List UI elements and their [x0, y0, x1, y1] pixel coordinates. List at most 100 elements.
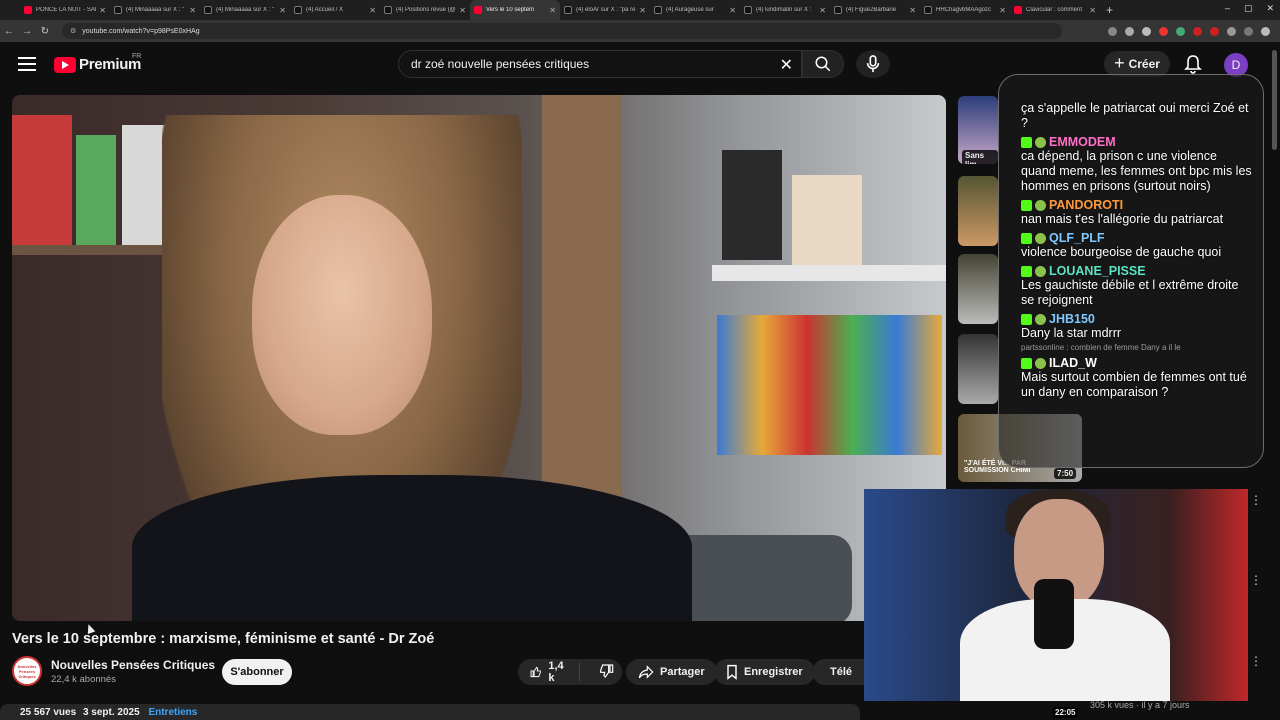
profile-icon[interactable]: [1244, 26, 1253, 36]
close-tab-icon[interactable]: ✕: [279, 6, 286, 15]
emote-badge-icon: [1035, 136, 1046, 148]
browser-tab[interactable]: (4) Minaaaaa sur X : " ✕: [110, 0, 200, 20]
close-tab-icon[interactable]: ✕: [1089, 6, 1096, 15]
sidebar-thumbnail[interactable]: [958, 334, 998, 404]
new-tab-button[interactable]: +: [1106, 3, 1113, 17]
url-text: youtube.com/watch?v=p98PsE0xHAg: [82, 27, 200, 35]
close-tab-icon[interactable]: ✕: [729, 6, 736, 15]
close-tab-icon[interactable]: ✕: [369, 6, 376, 15]
emote-badge-icon: [1035, 265, 1046, 277]
chat-message: ca dépend, la prison c une violence quan…: [1021, 149, 1252, 193]
voice-search-button[interactable]: [856, 50, 890, 78]
page-scrollbar[interactable]: [1272, 50, 1277, 150]
channel-name[interactable]: Nouvelles Pensées Critiques: [51, 658, 215, 672]
close-tab-icon[interactable]: ✕: [639, 6, 646, 15]
book: [792, 175, 862, 265]
browser-tab[interactable]: (4) Aurageuse sur ✕: [650, 0, 740, 20]
like-count: 1,4 k: [548, 660, 564, 684]
browser-tab[interactable]: (4) Figue2Barbarie ✕: [830, 0, 920, 20]
reload-icon[interactable]: ↻: [36, 26, 54, 37]
browser-tab[interactable]: (4) Positions revue (@ ✕: [380, 0, 470, 20]
menu-icon[interactable]: [18, 57, 36, 71]
browser-tab[interactable]: (4) Accueil / X ✕: [290, 0, 380, 20]
search-input[interactable]: [411, 57, 771, 71]
sidebar-thumbnail[interactable]: [958, 176, 998, 246]
close-tab-icon[interactable]: ✕: [189, 6, 196, 15]
tab-label: PONCE LA NUIT - SAI: [36, 7, 97, 13]
maximize-icon[interactable]: ▢: [1244, 3, 1253, 14]
chat-username-text: ILAD_W: [1049, 356, 1097, 370]
bell-icon: [1184, 55, 1202, 74]
video-description-bar[interactable]: 25 567 vues 3 sept. 2025 Entretiens: [0, 704, 860, 720]
back-icon[interactable]: ←: [0, 26, 18, 37]
save-button[interactable]: Enregistrer: [714, 659, 815, 685]
extension-icon[interactable]: [1176, 26, 1185, 36]
tab-label: (4) Positions revue (@: [396, 7, 456, 13]
zoom-icon[interactable]: [1125, 26, 1134, 36]
more-options-icon[interactable]: ⋮: [1250, 573, 1262, 587]
subscribe-button[interactable]: S'abonner: [222, 659, 292, 685]
browser-menu-icon[interactable]: [1261, 26, 1270, 36]
emote-badge-icon: [1035, 313, 1046, 325]
minimize-icon[interactable]: –: [1225, 3, 1230, 14]
url-field[interactable]: ⚙ youtube.com/watch?v=p98PsE0xHAg: [62, 23, 1062, 39]
close-tab-icon[interactable]: ✕: [549, 6, 556, 15]
video-duration: 7:50: [1054, 468, 1077, 479]
create-label: Créer: [1128, 57, 1160, 71]
tab-label: (4) Aurageuse sur: [666, 7, 714, 13]
extension-icon[interactable]: [1210, 26, 1219, 36]
browser-tab[interactable]: Vers le 10 septem ✕: [470, 0, 560, 20]
close-window-icon[interactable]: ✕: [1266, 3, 1274, 14]
chat-username: ILAD_W: [1021, 356, 1253, 370]
channel-avatar[interactable]: Nouvelles Pensées Critiques: [12, 656, 42, 686]
browser-tab[interactable]: Clavicular : comment ✕: [1010, 0, 1100, 20]
browser-tab[interactable]: (4) Minaaaaa sur X : " ✕: [200, 0, 290, 20]
extension-icon[interactable]: [1193, 26, 1202, 36]
x-favicon-icon: [204, 6, 212, 14]
chat-message: Les gauchiste débile et l extrême droite…: [1021, 278, 1239, 307]
like-button[interactable]: 1,4 k: [518, 660, 581, 684]
extension-icon[interactable]: [1159, 26, 1168, 36]
more-options-icon[interactable]: ⋮: [1250, 654, 1262, 668]
plus-icon: +: [1114, 52, 1125, 73]
close-tab-icon[interactable]: ✕: [99, 6, 106, 15]
browser-tab[interactable]: HHChagvbMAAgozc ✕: [920, 0, 1010, 20]
video-tag[interactable]: Entretiens: [148, 707, 197, 718]
upload-date: 3 sept. 2025: [82, 707, 140, 718]
x-favicon-icon: [834, 6, 842, 14]
bookmark-star-icon[interactable]: [1142, 26, 1151, 36]
close-tab-icon[interactable]: ✕: [999, 6, 1006, 15]
dislike-button[interactable]: [586, 663, 626, 682]
site-info-icon[interactable]: ⚙: [70, 27, 76, 35]
sidebar-thumbnail[interactable]: Sans lim: [958, 96, 998, 164]
video-player[interactable]: [12, 95, 946, 621]
clear-search-icon[interactable]: ✕: [780, 55, 793, 75]
search-button[interactable]: [802, 50, 844, 78]
browser-tab-bar: PONCE LA NUIT - SAI ✕ (4) Minaaaaa sur X :…: [0, 0, 1280, 20]
close-tab-icon[interactable]: ✕: [819, 6, 826, 15]
extensions-menu-icon[interactable]: [1227, 26, 1236, 36]
youtube-favicon-icon: [1014, 6, 1022, 14]
extension-icon[interactable]: [1108, 26, 1117, 36]
download-button[interactable]: Télé: [812, 659, 864, 685]
tab-label: HHChagvbMAAgozc: [936, 7, 992, 13]
like-dislike-group: 1,4 k: [518, 659, 622, 685]
book: [722, 150, 782, 260]
browser-tab[interactable]: PONCE LA NUIT - SAI ✕: [20, 0, 110, 20]
chat-username-text: LOUANE_PISSE: [1049, 264, 1146, 278]
sidebar-thumbnail[interactable]: [958, 254, 998, 324]
forward-icon[interactable]: →: [18, 26, 36, 37]
browser-tab[interactable]: (4) eloAr sur X : "pa re ✕: [560, 0, 650, 20]
more-options-icon[interactable]: ⋮: [1250, 493, 1262, 507]
emote-badge-icon: [1035, 232, 1046, 244]
thumbs-down-icon: [600, 663, 614, 678]
close-tab-icon[interactable]: ✕: [459, 6, 466, 15]
bookmark-icon: [727, 664, 737, 680]
white-shelf: [712, 265, 946, 281]
share-button[interactable]: Partager: [626, 659, 717, 685]
youtube-logo[interactable]: Premium FR: [54, 53, 141, 73]
search-box: ✕: [398, 50, 802, 78]
close-tab-icon[interactable]: ✕: [909, 6, 916, 15]
extensions-area: [1108, 26, 1270, 36]
browser-tab[interactable]: (4) lundimatin sur X : ✕: [740, 0, 830, 20]
